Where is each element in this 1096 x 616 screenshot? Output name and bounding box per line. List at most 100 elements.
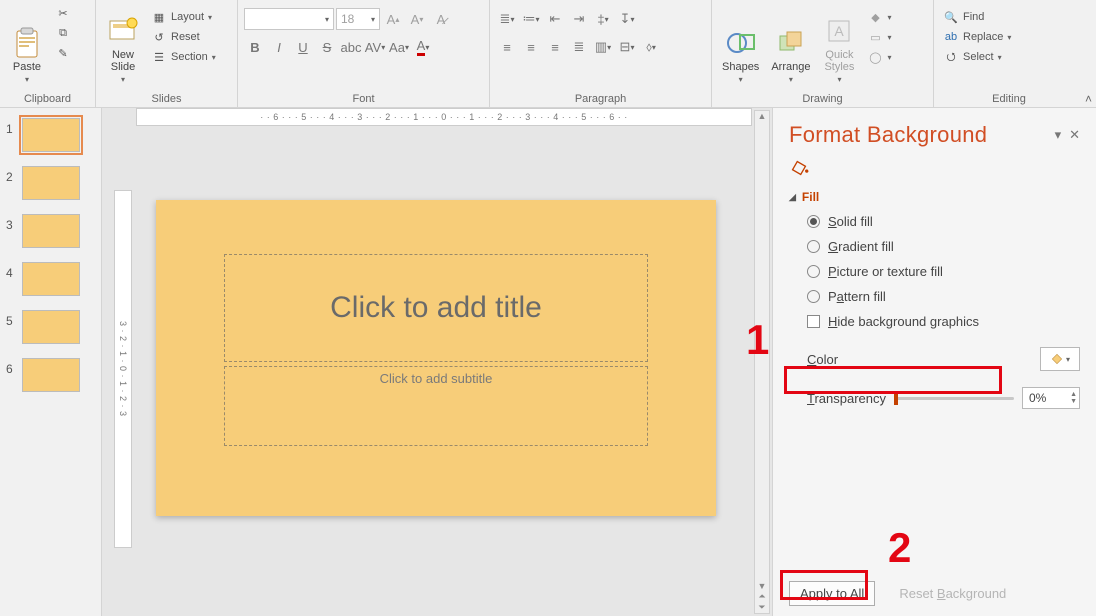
transparency-slider[interactable] [894,397,1014,400]
cut-button[interactable]: ✂ [52,4,74,22]
justify-button[interactable]: ≣ [568,36,590,58]
radio-icon [807,265,820,278]
clear-formatting-button[interactable]: A̷ [430,8,452,30]
replace-icon: ab [943,29,959,45]
vertical-scrollbar[interactable]: ▲ ▼ ⏶ ⏷ [754,110,770,614]
thumbnail-number: 3 [6,214,16,232]
underline-button[interactable]: U [292,36,314,58]
decrease-indent-button[interactable]: ⇤ [544,8,566,30]
reset-button[interactable]: ↺Reset [148,28,219,46]
italic-button[interactable]: I [268,36,290,58]
slide-thumbnail[interactable] [22,166,80,200]
scroll-up-icon[interactable]: ▲ [758,111,767,121]
scroll-down-icon[interactable]: ▼ [758,581,767,591]
increase-indent-button[interactable]: ⇥ [568,8,590,30]
char-spacing-button[interactable]: AV▾ [364,36,386,58]
paste-button[interactable]: Paste ▾ [6,4,48,86]
align-center-button[interactable]: ≡ [520,36,542,58]
group-label-font: Font [242,93,485,107]
group-clipboard: Paste ▾ ✂ ⧉ ✎ Clipboard [0,0,96,107]
cursor-icon: ⭯ [943,49,959,65]
group-label-slides: Slides [100,93,233,107]
pane-close-button[interactable]: ✕ [1069,127,1080,143]
font-size-combo[interactable]: 18▾ [336,8,380,30]
shape-outline-button[interactable]: ▭▾ [864,28,894,46]
title-placeholder[interactable]: Click to add title [224,254,648,362]
radio-icon [807,240,820,253]
thumbnail-number: 4 [6,262,16,280]
grow-font-button[interactable]: A▴ [382,8,404,30]
slide-thumbnail[interactable] [22,358,80,392]
pane-menu-button[interactable]: ▾ [1055,127,1062,143]
pattern-fill-radio[interactable]: Pattern fill [807,289,1080,304]
hide-bg-graphics-check[interactable]: Hide background graphics [807,314,1080,329]
spin-up-icon[interactable]: ▲ [1070,391,1077,398]
slide-thumbnail[interactable] [22,262,80,296]
slide-thumbnail[interactable] [22,118,80,152]
shapes-icon [725,27,757,59]
group-slides: New Slide ▾ ▦Layout▾ ↺Reset ☰Section▾ Sl… [96,0,238,107]
layout-button[interactable]: ▦Layout▾ [148,8,219,26]
quick-styles-button[interactable]: A Quick Styles▾ [818,4,860,86]
picture-fill-radio[interactable]: Picture or texture fill [807,264,1080,279]
new-slide-label: New Slide [111,49,135,73]
reset-icon: ↺ [151,29,167,45]
transparency-spinner[interactable]: 0% ▲▼ [1022,387,1080,409]
collapse-icon: ◢ [789,192,796,203]
group-label-paragraph: Paragraph [494,93,707,107]
line-spacing-button[interactable]: ‡▾ [592,8,614,30]
new-slide-icon [107,15,139,47]
align-text-button[interactable]: ⊟▾ [616,36,638,58]
group-label-editing: Editing [938,93,1080,107]
spin-down-icon[interactable]: ▼ [1070,398,1077,405]
prev-slide-icon[interactable]: ⏶ [758,591,765,602]
change-case-button[interactable]: Aa▾ [388,36,410,58]
text-direction-button[interactable]: ↧▾ [616,8,638,30]
fill-section-header[interactable]: ◢ Fill [789,190,1080,204]
smartart-button[interactable]: ⬨▾ [640,36,662,58]
font-color-button[interactable]: A▾ [412,36,434,58]
thumbnail-number: 1 [6,118,16,136]
find-button[interactable]: 🔍Find [940,8,1014,26]
align-left-button[interactable]: ≡ [496,36,518,58]
strikethrough-button[interactable]: S [316,36,338,58]
align-right-button[interactable]: ≡ [544,36,566,58]
pane-title: Format Background [789,122,987,148]
bullets-button[interactable]: ≣▾ [496,8,518,30]
apply-to-all-button[interactable]: Apply to All [789,581,875,606]
shape-fill-button[interactable]: ◆▾ [864,8,894,26]
arrange-button[interactable]: Arrange▾ [767,4,814,86]
solid-fill-radio[interactable]: Solid fill [807,214,1080,229]
transparency-label: Transparency [807,391,886,406]
outline-icon: ▭ [867,29,883,45]
shapes-button[interactable]: Shapes▾ [718,4,763,86]
select-button[interactable]: ⭯Select▾ [940,48,1014,66]
copy-button[interactable]: ⧉ [52,24,74,42]
thumbnail-number: 6 [6,358,16,376]
section-button[interactable]: ☰Section▾ [148,48,219,66]
vertical-ruler: 3 · 2 · 1 · 0 · 1 · 2 · 3 [114,190,132,548]
shadow-button[interactable]: abc [340,36,362,58]
next-slide-icon[interactable]: ⏷ [758,602,765,613]
group-label-clipboard: Clipboard [4,93,91,107]
slide-thumbnails: 123456 [0,108,102,616]
fill-color-picker[interactable]: ▾ [1040,347,1080,371]
numbering-button[interactable]: ≔▾ [520,8,542,30]
gradient-fill-radio[interactable]: Gradient fill [807,239,1080,254]
shape-effects-button[interactable]: ◯▾ [864,48,894,66]
reset-background-button[interactable]: Reset Background [889,581,1016,606]
color-label: Color [807,352,838,367]
bold-button[interactable]: B [244,36,266,58]
font-name-combo[interactable]: ▾ [244,8,334,30]
collapse-ribbon-button[interactable]: ˄ [1085,92,1092,106]
slide[interactable]: Click to add title Click to add subtitle [156,200,716,516]
thumbnail-row: 5 [6,310,95,344]
replace-button[interactable]: abReplace▾ [940,28,1014,46]
shrink-font-button[interactable]: A▾ [406,8,428,30]
slide-thumbnail[interactable] [22,310,80,344]
subtitle-placeholder[interactable]: Click to add subtitle [224,366,648,446]
new-slide-button[interactable]: New Slide ▾ [102,4,144,86]
columns-button[interactable]: ▥▾ [592,36,614,58]
format-painter-button[interactable]: ✎ [52,44,74,62]
slide-thumbnail[interactable] [22,214,80,248]
